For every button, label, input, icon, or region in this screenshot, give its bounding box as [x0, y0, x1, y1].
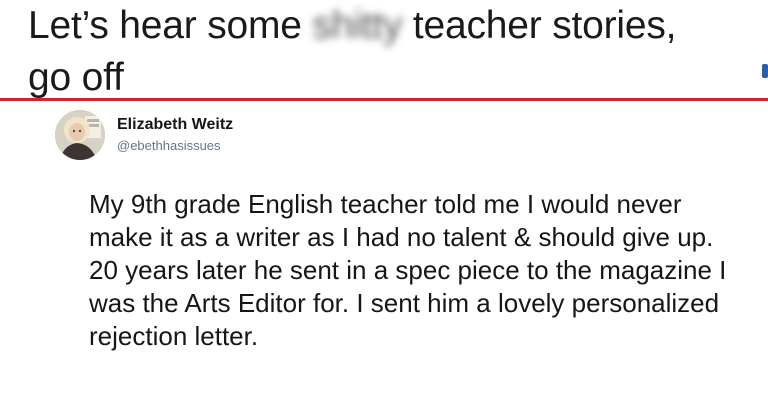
- headline-blurred-word: shitty: [312, 4, 403, 47]
- avatar-photo-icon: [55, 110, 105, 160]
- headline-line-2: go off: [28, 56, 124, 99]
- tweet-author: Elizabeth Weitz @ebethhasissues: [117, 115, 233, 155]
- author-name[interactable]: Elizabeth Weitz: [117, 115, 233, 135]
- headline: Let’s hear some shitty teacher stories, …: [28, 0, 758, 104]
- headline-prefix: Let’s hear some: [28, 4, 313, 47]
- tweet-text: My 9th grade English teacher told me I w…: [89, 189, 727, 351]
- avatar[interactable]: [55, 110, 105, 160]
- meme-page: Let’s hear some shitty teacher stories, …: [0, 0, 768, 402]
- red-divider: [0, 98, 768, 101]
- headline-suffix: teacher stories,: [402, 4, 677, 47]
- edge-mark-icon: [762, 64, 768, 78]
- author-handle[interactable]: @ebethhasissues: [117, 137, 233, 155]
